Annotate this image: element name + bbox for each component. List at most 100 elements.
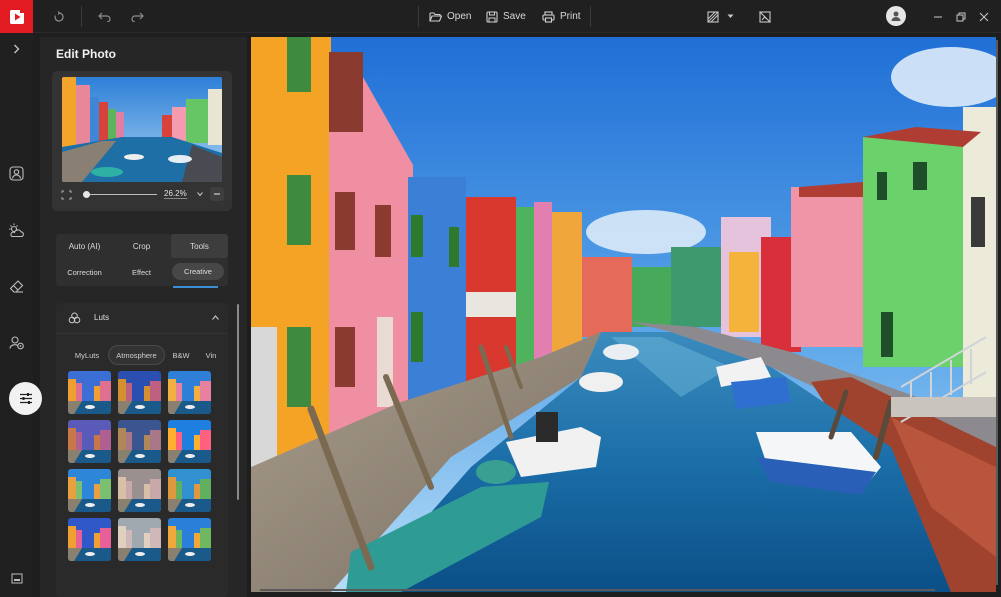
subtab-atmosphere[interactable]: Atmosphere (108, 345, 165, 365)
save-label: Save (503, 11, 526, 22)
photo-canvas[interactable] (251, 37, 996, 592)
navigator-thumbnail[interactable] (62, 77, 222, 182)
sky-tool-button[interactable] (0, 216, 33, 244)
subtab-bw[interactable]: B&W (168, 345, 194, 365)
adjustments-tool-button[interactable] (9, 382, 42, 415)
tab-tools[interactable]: Tools (171, 234, 228, 258)
tab-auto-ai[interactable]: Auto (AI) (56, 234, 113, 258)
navigator-card: 26.2% (52, 71, 232, 211)
subtab-label: B&W (172, 350, 190, 360)
app-logo[interactable] (0, 0, 33, 33)
canal-photo (251, 37, 996, 592)
save-icon (486, 10, 498, 23)
active-tab-indicator (173, 286, 218, 288)
eraser-icon (9, 280, 24, 293)
print-button[interactable]: Print (542, 0, 581, 33)
toolbar-divider (81, 6, 82, 27)
tab-correction[interactable]: Correction (56, 260, 113, 284)
lut-preset-thumbnail[interactable] (68, 469, 111, 512)
tab-label: Tools (190, 241, 209, 251)
compare-view-icon (706, 10, 719, 23)
filmstrip-button[interactable] (0, 564, 33, 592)
tab-label: Effect (131, 267, 152, 277)
eraser-tool-button[interactable] (0, 272, 33, 300)
color-circles-icon (68, 312, 81, 324)
undo-icon (97, 12, 111, 22)
close-button[interactable] (974, 0, 994, 33)
tab-label: Crop (132, 241, 151, 251)
restore-icon (956, 12, 966, 21)
subtab-label: Vin (205, 350, 217, 360)
zoom-slider-thumb[interactable] (83, 191, 91, 198)
subtab-label: MyLuts (74, 350, 100, 360)
print-label: Print (560, 11, 581, 22)
zoom-controls: 26.2% (60, 187, 225, 203)
edit-category-tabs: Auto (AI) Crop Tools Correction Effect C… (56, 234, 228, 288)
user-avatar[interactable] (886, 6, 906, 26)
lut-preset-thumbnail[interactable] (168, 518, 211, 561)
compare-view-dropdown[interactable] (700, 0, 740, 33)
expand-panel-button[interactable] (0, 35, 33, 63)
panel-title: Edit Photo (56, 47, 116, 61)
chevron-down-icon (727, 14, 733, 18)
subtab-vintage[interactable]: Vin (202, 345, 220, 365)
toolbar-divider (418, 6, 419, 27)
filmstrip-icon (11, 573, 22, 583)
lut-preset-thumbnail[interactable] (168, 420, 211, 463)
tab-label: Correction (67, 267, 102, 277)
chevron-right-icon (14, 44, 20, 54)
redo-button[interactable] (126, 0, 148, 33)
vertical-scrollbar[interactable] (996, 40, 998, 585)
zoom-value[interactable]: 26.2% (164, 189, 187, 199)
lut-preset-thumbnail[interactable] (118, 420, 161, 463)
zoom-out-button[interactable] (210, 187, 224, 201)
edit-photo-panel: Edit Photo 26.2% Auto (AI) Crop Tools Co… (40, 37, 247, 597)
save-button[interactable]: Save (486, 0, 526, 33)
tab-effect[interactable]: Effect (113, 260, 170, 284)
face-portrait-icon (9, 165, 24, 181)
user-icon (891, 11, 901, 21)
lut-preset-thumbnail[interactable] (168, 371, 211, 414)
close-icon (979, 12, 989, 21)
lut-preset-thumbnail[interactable] (168, 469, 211, 512)
lut-preset-thumbnail[interactable] (68, 371, 111, 414)
horizontal-scrollbar[interactable] (260, 589, 935, 591)
open-button[interactable]: Open (429, 0, 471, 33)
face-retouch-icon (8, 335, 24, 349)
portrait-tool-button[interactable] (0, 159, 33, 187)
zoom-dropdown-icon[interactable] (197, 192, 203, 196)
tool-rail (0, 33, 33, 597)
lut-preset-thumbnail[interactable] (118, 518, 161, 561)
lut-preset-thumbnail[interactable] (118, 469, 161, 512)
lut-preset-thumbnail[interactable] (118, 371, 161, 414)
sliders-icon (19, 393, 32, 404)
rotate-icon (54, 10, 64, 22)
tab-creative[interactable]: Creative (172, 263, 224, 280)
luts-divider (56, 333, 228, 334)
restore-button[interactable] (951, 0, 971, 33)
minimize-icon (934, 16, 942, 17)
zoom-slider-track[interactable] (83, 194, 157, 195)
sun-cloud-icon (9, 223, 24, 237)
rotate-button[interactable] (48, 0, 70, 33)
tab-crop[interactable]: Crop (113, 234, 170, 258)
hide-image-button[interactable] (755, 0, 775, 33)
face-retouch-button[interactable] (0, 328, 33, 356)
lut-preset-thumbnail[interactable] (68, 420, 111, 463)
top-toolbar: Open Save Print (0, 0, 1001, 33)
luts-section: Luts MyLuts Atmosphere B&W Vin (56, 303, 228, 597)
toolbar-divider (590, 6, 591, 27)
luts-title: Luts (94, 313, 110, 322)
tab-label: Auto (AI) (68, 241, 101, 251)
subtab-myluts[interactable]: MyLuts (68, 345, 106, 365)
minimize-button[interactable] (928, 0, 948, 33)
printer-icon (542, 10, 555, 23)
chevron-up-icon (212, 315, 219, 320)
fit-to-screen-icon[interactable] (61, 190, 72, 200)
undo-button[interactable] (93, 0, 115, 33)
lut-preset-thumbnail[interactable] (68, 518, 111, 561)
minus-icon (214, 193, 220, 195)
luts-header[interactable]: Luts (56, 303, 228, 333)
panel-scrollbar[interactable] (237, 304, 239, 500)
folder-open-icon (429, 12, 442, 22)
